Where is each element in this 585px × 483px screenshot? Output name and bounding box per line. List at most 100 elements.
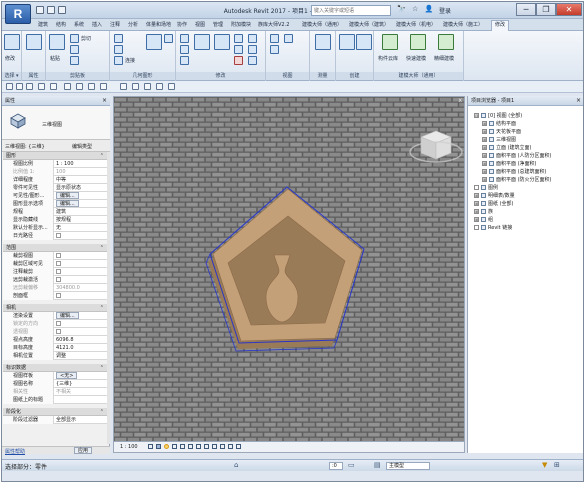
prop-row[interactable]: 锁定的方向	[3, 320, 107, 328]
select-pinned-icon[interactable]: ⊞	[554, 461, 560, 469]
group-identity[interactable]: 标识数据 ⌃	[3, 364, 107, 372]
prop-value[interactable]: {三维}	[54, 380, 107, 388]
tab-collaborate[interactable]: 协作	[177, 21, 187, 28]
edit-button[interactable]: 编辑...	[56, 192, 79, 199]
properties-help-link[interactable]: 属性帮助	[5, 448, 25, 455]
tree-item[interactable]: ⊞ 天花板平面	[482, 128, 521, 135]
prop-row[interactable]: 剖面框	[3, 292, 107, 300]
login-button[interactable]: 登录	[439, 6, 451, 15]
minimize-button[interactable]: ─	[516, 3, 536, 16]
search-input[interactable]: 键入关键字或短语	[311, 5, 391, 16]
group-graphics[interactable]: 图形 ⌃	[3, 152, 107, 160]
annotation-crop-checkbox[interactable]	[56, 269, 61, 274]
tree-item[interactable]: ⊞ 结构平面	[482, 120, 516, 127]
split-icon[interactable]	[234, 45, 243, 54]
tree-item[interactable]: ⊞ 族	[474, 208, 493, 215]
prop-value[interactable]: 调整	[54, 352, 107, 360]
tab-bm-general[interactable]: 建模大师（通用）	[302, 21, 342, 28]
tab-insert[interactable]: 插入	[92, 21, 102, 28]
collapse-icon[interactable]: ⌃	[100, 304, 104, 312]
tree-expand-icon[interactable]: ⊟	[474, 113, 479, 118]
tree-item[interactable]: ⊞ 组	[474, 216, 493, 223]
prop-row[interactable]: 视图名称 {三维}	[3, 380, 107, 388]
match-type-icon[interactable]	[70, 56, 79, 65]
collapse-icon[interactable]: ⌃	[100, 408, 104, 416]
prop-row[interactable]: 图纸上的标题	[3, 396, 107, 404]
copy-icon[interactable]	[70, 45, 79, 54]
move-icon[interactable]	[194, 34, 210, 50]
tree-expand-icon[interactable]	[474, 185, 479, 190]
close-button[interactable]: ✕	[556, 3, 582, 16]
prop-value[interactable]: 无	[54, 224, 107, 232]
cope-icon[interactable]	[114, 34, 123, 43]
view-scale[interactable]: 1 : 100	[120, 444, 138, 450]
tree-item[interactable]: ⊞ 立面 (建筑立面)	[482, 144, 532, 151]
crop-view-checkbox[interactable]	[56, 253, 61, 258]
tree-item[interactable]: ⊞ 面积平面 (净面积)	[482, 160, 537, 167]
prop-value[interactable]: 1 : 100	[54, 160, 107, 168]
tree-item[interactable]: ⊞ 面积平面 (人防分区面积)	[482, 152, 552, 159]
close-hidden-icon[interactable]	[156, 83, 163, 90]
prop-value[interactable]: 全部显示	[54, 416, 107, 424]
view-selector-dropdown[interactable]: 三维视图: {三维}	[5, 143, 45, 150]
tab-view[interactable]: 视图	[195, 21, 205, 28]
tree-expand-icon[interactable]: ⊞	[482, 121, 487, 126]
application-menu-button[interactable]: R	[5, 4, 31, 24]
tree-expand-icon[interactable]: ⊞	[482, 177, 487, 182]
collapse-icon[interactable]: ⌃	[100, 244, 104, 252]
tree-item[interactable]: ⊟ [0] 视图 (全部)	[474, 112, 522, 119]
tab-analyze[interactable]: 分析	[128, 21, 138, 28]
prop-row[interactable]: 目标高度 4121.0	[3, 344, 107, 352]
prop-row[interactable]: 裁剪视图	[3, 252, 107, 260]
prop-row[interactable]: 规程 建筑	[3, 208, 107, 216]
zero-field[interactable]: :0	[329, 462, 343, 470]
select-links-icon[interactable]: ▼	[542, 461, 547, 469]
infocenter-icons[interactable]: 🔭 ☆ 👤	[397, 5, 435, 13]
properties-close-icon[interactable]: ×	[102, 96, 107, 106]
thin-lines-icon[interactable]	[144, 83, 151, 90]
wall-joins-icon[interactable]	[146, 34, 162, 50]
prop-row[interactable]: 日光路径	[3, 232, 107, 240]
tree-expand-icon[interactable]: ⊞	[474, 209, 479, 214]
group-camera[interactable]: 相机 ⌃	[3, 304, 107, 312]
crop-visible-checkbox[interactable]	[56, 261, 61, 266]
sun-path-icon[interactable]	[164, 444, 169, 449]
prop-row[interactable]: 视点高度 6096.8	[3, 336, 107, 344]
cut-geometry-icon[interactable]	[114, 45, 123, 54]
fine-model-icon[interactable]	[438, 34, 454, 50]
prop-row[interactable]: 透视图	[3, 328, 107, 336]
browser-close-icon[interactable]: ×	[576, 96, 581, 106]
filter-icon[interactable]: ▤	[374, 461, 381, 469]
tree-item[interactable]: ⊞ 明细表/数量	[474, 192, 515, 199]
open-file-icon[interactable]	[6, 83, 13, 90]
prop-row[interactable]: 零件可见性 显示原状态	[3, 184, 107, 192]
tree-expand-icon[interactable]: ⊞	[474, 201, 479, 206]
tree-item[interactable]: ⊞ 三维视图	[482, 136, 516, 143]
tab-bm-architecture[interactable]: 建模大师（建筑）	[349, 21, 389, 28]
show-crop-icon[interactable]	[196, 444, 201, 449]
create-group-icon[interactable]	[356, 34, 372, 50]
analysis-icon[interactable]	[228, 444, 233, 449]
prop-row[interactable]: 显示隐藏线 按规程	[3, 216, 107, 224]
cut-icon[interactable]	[70, 34, 79, 43]
rotate-icon[interactable]	[214, 34, 230, 50]
sun-path-checkbox[interactable]	[56, 233, 61, 238]
collapse-icon[interactable]: ⌃	[100, 152, 104, 160]
trim-icon[interactable]	[234, 34, 243, 43]
quick-model-icon[interactable]	[410, 34, 426, 50]
prop-value[interactable]: 显示原状态	[54, 184, 107, 192]
group-extents[interactable]: 范围 ⌃	[3, 244, 107, 252]
canvas-close-icon[interactable]: x	[458, 97, 462, 104]
tab-family-library[interactable]: 族库大师V2.2	[258, 21, 289, 28]
reveal-hidden-icon[interactable]	[220, 444, 225, 449]
delete-icon[interactable]	[234, 56, 243, 65]
prop-value[interactable]: 4121.0	[54, 344, 107, 352]
type-selector[interactable]: 三维视图	[2, 106, 110, 140]
create-parts-icon[interactable]	[339, 34, 355, 50]
prop-row[interactable]: 视图比例 1 : 100	[3, 160, 107, 168]
scale-icon[interactable]	[248, 45, 257, 54]
tree-item[interactable]: 图例	[474, 184, 498, 191]
tree-item[interactable]: Revit 链接	[474, 224, 512, 231]
split-face-icon[interactable]	[164, 34, 173, 43]
align-icon[interactable]	[180, 34, 189, 43]
